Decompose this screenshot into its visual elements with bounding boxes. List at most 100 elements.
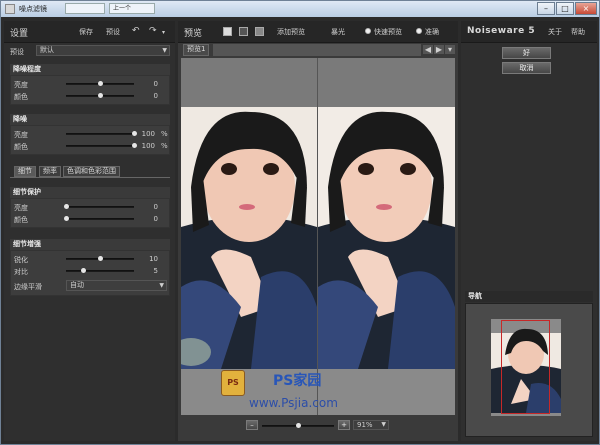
app-icon (5, 4, 15, 14)
accurate-label: 准确 (425, 28, 439, 36)
noise-reduction-box: 亮度 100 % 颜色 100 % (10, 125, 170, 155)
chevron-down-icon: ▼ (159, 282, 164, 289)
preset-value: 默认 (40, 46, 54, 54)
preview-panel: 预览 添加预览 暴光 快速预览 准确 预览1 ◀ ▶ ▾ PS PS家园 www… (178, 21, 458, 441)
minimize-button[interactable]: – (537, 2, 555, 15)
preview-header: 预览 添加预览 暴光 快速预览 准确 (178, 21, 458, 43)
slider-thumb[interactable] (63, 204, 69, 209)
split-horizontal-icon[interactable] (239, 27, 248, 36)
edge-smooth-select[interactable]: 自动 ▼ (66, 280, 167, 291)
slider-thumb[interactable] (63, 216, 69, 221)
arrow-left-icon[interactable]: ◀ (423, 45, 433, 54)
edge-smooth-label: 边缘平滑 (14, 283, 42, 291)
close-button[interactable]: × (575, 2, 597, 15)
row-label: 亮度 (14, 131, 28, 139)
zoom-value: 91% (357, 421, 373, 429)
navigator-viewport-frame[interactable] (501, 320, 550, 414)
tab-tone-color[interactable]: 色调和色彩范围 (63, 166, 120, 177)
row-value: 0 (153, 80, 158, 88)
preview-canvas[interactable]: PS PS家园 www.Psjia.com (181, 58, 455, 415)
brand-header: Noiseware 5 关于 帮助 (461, 21, 597, 43)
preview-original-photo (181, 107, 317, 369)
row-unit: % (161, 142, 168, 150)
zoom-slider-thumb[interactable] (295, 423, 301, 428)
zoom-select[interactable]: 91% ▼ (353, 420, 389, 430)
slider-track[interactable] (66, 206, 134, 208)
row-label: 对比 (14, 268, 28, 276)
row-label: 颜色 (14, 93, 28, 101)
window-title: 噪点滤镜 (19, 5, 47, 13)
detail-protection-header: 细节保护 (10, 187, 170, 198)
slider-track[interactable] (66, 270, 134, 272)
slider-thumb[interactable] (97, 81, 103, 86)
ok-button[interactable]: 好 (502, 47, 551, 59)
noise-reduction-header: 降噪 (10, 114, 170, 125)
info-panel: Noiseware 5 关于 帮助 好 取消 导航 (461, 21, 597, 441)
slider-thumb[interactable] (80, 268, 86, 273)
arrow-right-icon[interactable]: ▶ (434, 45, 444, 54)
title-tab[interactable] (65, 3, 105, 14)
zoom-out-button[interactable]: – (246, 420, 258, 430)
exposure-button[interactable]: 暴光 (331, 27, 345, 37)
app-window: 噪点滤镜 上一个 – □ × 设置 保存 预设 ↶ ↷ ▾ 预设 默认 ▼ 降噪程… (0, 0, 600, 445)
row-label: 颜色 (14, 143, 28, 151)
preset-select[interactable]: 默认 ▼ (36, 45, 170, 56)
help-button[interactable]: 帮助 (571, 27, 585, 37)
tab-strip (213, 44, 421, 56)
single-view-icon[interactable] (223, 27, 232, 36)
row-value: 100 (141, 130, 155, 138)
row-value: 0 (153, 92, 158, 100)
row-label: 锐化 (14, 256, 28, 264)
redo-icon[interactable]: ↷ (149, 27, 157, 36)
chevron-down-icon: ▼ (381, 421, 386, 428)
add-preview-button[interactable]: 添加预览 (277, 27, 305, 37)
tab-frequency[interactable]: 频率 (39, 166, 61, 177)
fast-preview-label: 快速预览 (374, 28, 402, 36)
slider-track[interactable] (66, 145, 134, 147)
slider-thumb[interactable] (97, 93, 103, 98)
fast-preview-radio[interactable] (365, 28, 371, 34)
watermark-brand: PS家园 (273, 373, 322, 389)
row-unit: % (161, 130, 168, 138)
undo-icon[interactable]: ↶ (132, 27, 140, 36)
chevron-down-icon[interactable]: ▾ (445, 45, 455, 54)
save-button[interactable]: 保存 (79, 27, 93, 37)
slider-track[interactable] (66, 218, 134, 220)
row-value: 5 (153, 267, 158, 275)
preset-button[interactable]: 预设 (106, 27, 120, 37)
dropdown-icon[interactable]: ▾ (162, 28, 165, 37)
row-value: 0 (153, 215, 158, 223)
row-value: 100 (141, 142, 155, 150)
navigator-panel (465, 303, 593, 437)
title-tab-previous[interactable]: 上一个 (109, 3, 155, 14)
zoom-in-button[interactable]: + (338, 420, 350, 430)
cancel-button[interactable]: 取消 (502, 62, 551, 74)
brand-logo: Noiseware 5 (467, 26, 536, 36)
split-vertical-icon[interactable] (255, 27, 264, 36)
maximize-button[interactable]: □ (556, 2, 574, 15)
detail-enhance-header: 细节增强 (10, 239, 170, 250)
watermark-url: www.Psjia.com (249, 396, 338, 410)
preview-processed-photo (318, 107, 455, 369)
accurate-radio[interactable] (416, 28, 422, 34)
slider-thumb[interactable] (97, 256, 103, 261)
tab-divider (10, 177, 170, 178)
slider-track[interactable] (66, 133, 134, 135)
noise-level-box: 亮度 0 颜色 0 (10, 75, 170, 105)
about-button[interactable]: 关于 (548, 27, 562, 37)
tab-preview-1[interactable]: 预览1 (183, 44, 210, 56)
detail-protection-box: 亮度 0 颜色 0 (10, 198, 170, 228)
tab-detail[interactable]: 细节 (14, 166, 36, 177)
noise-level-header: 降噪程度 (10, 64, 170, 75)
settings-header: 设置 保存 预设 ↶ ↷ ▾ (4, 21, 175, 43)
title-bar: 噪点滤镜 上一个 – □ × (1, 1, 599, 17)
detail-enhance-box: 锐化 10 对比 5 边缘平滑 自动 ▼ (10, 250, 170, 296)
row-label: 亮度 (14, 81, 28, 89)
settings-title: 设置 (10, 29, 29, 39)
edge-smooth-value: 自动 (70, 281, 84, 289)
navigator-header: 导航 (465, 291, 593, 302)
chevron-down-icon: ▼ (162, 47, 167, 54)
row-value: 10 (149, 255, 158, 263)
row-label: 颜色 (14, 216, 28, 224)
navigator-thumbnail[interactable] (491, 319, 561, 416)
